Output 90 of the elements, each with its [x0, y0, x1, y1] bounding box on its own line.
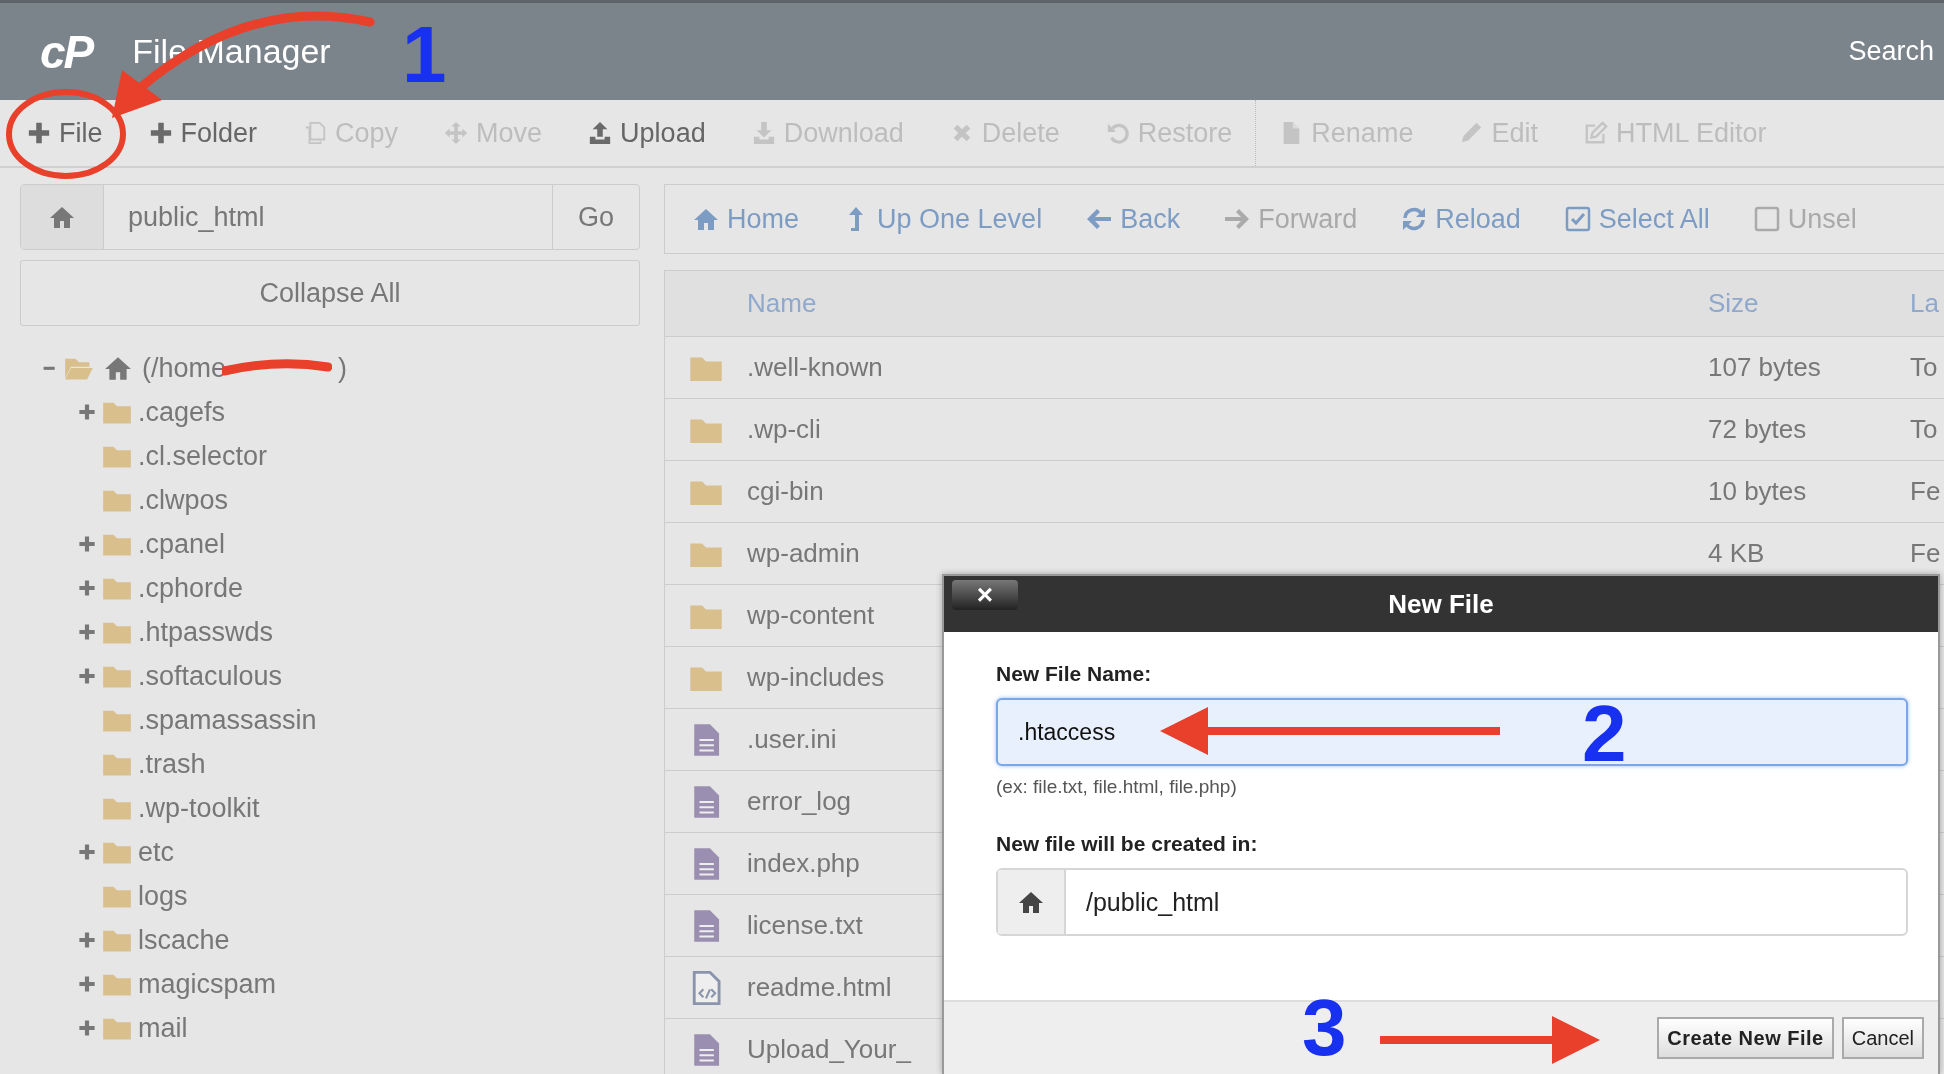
path-field[interactable]: public_html Go: [20, 184, 640, 250]
search-link[interactable]: Search: [1848, 36, 1944, 67]
four-arrows-icon: [444, 121, 469, 145]
folder-name[interactable]: mail: [138, 1012, 188, 1044]
table-cell: Fe: [1910, 476, 1941, 506]
toolbar-button[interactable]: Upload: [565, 117, 729, 149]
file-name[interactable]: readme.html: [747, 972, 892, 1002]
plus-icon: [78, 931, 96, 949]
home-icon: [49, 204, 75, 230]
folder-name[interactable]: .cphorde: [138, 572, 244, 604]
nav-button[interactable]: Select All: [1542, 203, 1732, 235]
home-icon: [1018, 889, 1044, 915]
folder-name: ): [338, 352, 348, 384]
collapse-all-button[interactable]: Collapse All: [20, 260, 640, 326]
file-name-field[interactable]: .htaccess 2: [996, 698, 1908, 766]
column-header[interactable]: La: [1910, 288, 1939, 318]
folder-name[interactable]: .clwpos: [138, 484, 229, 516]
file-size: 72 bytes: [1708, 414, 1807, 444]
folder-name[interactable]: .cpanel: [138, 528, 226, 560]
close-button[interactable]: ×: [952, 580, 1018, 610]
file-name[interactable]: wp-content: [747, 600, 875, 630]
folder-name[interactable]: etc: [138, 836, 175, 868]
plus-icon: [78, 579, 96, 597]
field-label: New File Name:: [996, 662, 1153, 686]
home-icon: [693, 206, 719, 232]
plus-icon: [78, 623, 96, 641]
table-cell: To: [1910, 352, 1938, 382]
file-size: 10 bytes: [1708, 476, 1807, 506]
column-header[interactable]: Name: [747, 288, 817, 318]
folder-name[interactable]: .cagefs: [138, 396, 226, 428]
right-arrow-icon: [1224, 206, 1251, 232]
file-name[interactable]: error_log: [747, 786, 852, 816]
file-name[interactable]: .well-known: [747, 352, 883, 382]
folder-name[interactable]: lscache: [138, 924, 230, 956]
reload-icon: [1401, 206, 1428, 232]
file-name[interactable]: wp-includes: [747, 662, 885, 692]
folder-name[interactable]: (/home: [142, 352, 227, 384]
file-name[interactable]: .user.ini: [747, 724, 837, 754]
folder-name[interactable]: logs: [138, 880, 188, 912]
plus-icon: [148, 121, 173, 145]
toolbar-button[interactable]: Folder: [125, 117, 281, 149]
file-size: 107 bytes: [1708, 352, 1821, 382]
plus-icon: [78, 403, 96, 421]
file-name[interactable]: index.php: [747, 848, 860, 878]
file-name[interactable]: cgi-bin: [747, 476, 824, 506]
plus-icon: [78, 667, 96, 685]
folder-name[interactable]: .cl.selector: [138, 440, 268, 472]
hint-text: (ex: file.txt, file.html, file.php): [996, 776, 1238, 798]
nav-button[interactable]: Up One Level: [821, 203, 1065, 235]
file-name[interactable]: .wp-cli: [747, 414, 821, 444]
field-label: New file will be created in:: [996, 832, 1259, 856]
folder-name[interactable]: .spamassassin: [138, 704, 317, 736]
directory-field[interactable]: /public_html: [996, 868, 1908, 936]
step-number: 1: [402, 10, 447, 99]
folder-name[interactable]: magicspam: [138, 968, 277, 1000]
upload-icon: [588, 121, 613, 145]
nav-button[interactable]: Back: [1064, 203, 1203, 235]
file-name[interactable]: wp-admin: [747, 538, 860, 568]
plus-icon: [27, 121, 51, 145]
step-number: 3: [1302, 983, 1347, 1072]
plus-icon: [78, 975, 96, 993]
left-arrow-icon: [1086, 206, 1113, 232]
column-header[interactable]: Size: [1708, 288, 1759, 318]
folder-name[interactable]: .softaculous: [138, 660, 283, 692]
plus-icon: [78, 1019, 96, 1037]
file-name[interactable]: Upload_Your_: [747, 1034, 911, 1064]
plus-icon: [78, 535, 96, 553]
undo-icon: [1105, 121, 1130, 145]
nav-button[interactable]: Reload: [1379, 203, 1543, 235]
pages-icon: [303, 121, 328, 145]
folder-name[interactable]: .trash: [138, 748, 206, 780]
edit-icon: [1583, 121, 1608, 145]
download-icon: [751, 121, 776, 145]
table-cell: Fe: [1910, 538, 1941, 568]
folder-name[interactable]: .wp-toolkit: [138, 792, 260, 824]
file-size: 4 KB: [1708, 538, 1765, 568]
checkbox-icon: [1753, 206, 1780, 232]
logo: cP: [40, 24, 94, 79]
plus-icon: [78, 843, 96, 861]
folder-name[interactable]: .htpasswds: [138, 616, 274, 648]
dialog-button[interactable]: Cancel: [1841, 1017, 1924, 1059]
nav-button[interactable]: Home: [671, 203, 822, 235]
go-button[interactable]: Go: [552, 185, 639, 249]
file-name[interactable]: license.txt: [747, 910, 863, 940]
table-cell: To: [1910, 414, 1938, 444]
checkbox-icon: [1564, 206, 1591, 232]
pencil-icon: [1459, 121, 1484, 145]
dialog-button[interactable]: Create New File: [1657, 1017, 1834, 1059]
toolbar-button[interactable]: File: [4, 117, 126, 149]
dialog-title: New File: [1388, 588, 1494, 620]
